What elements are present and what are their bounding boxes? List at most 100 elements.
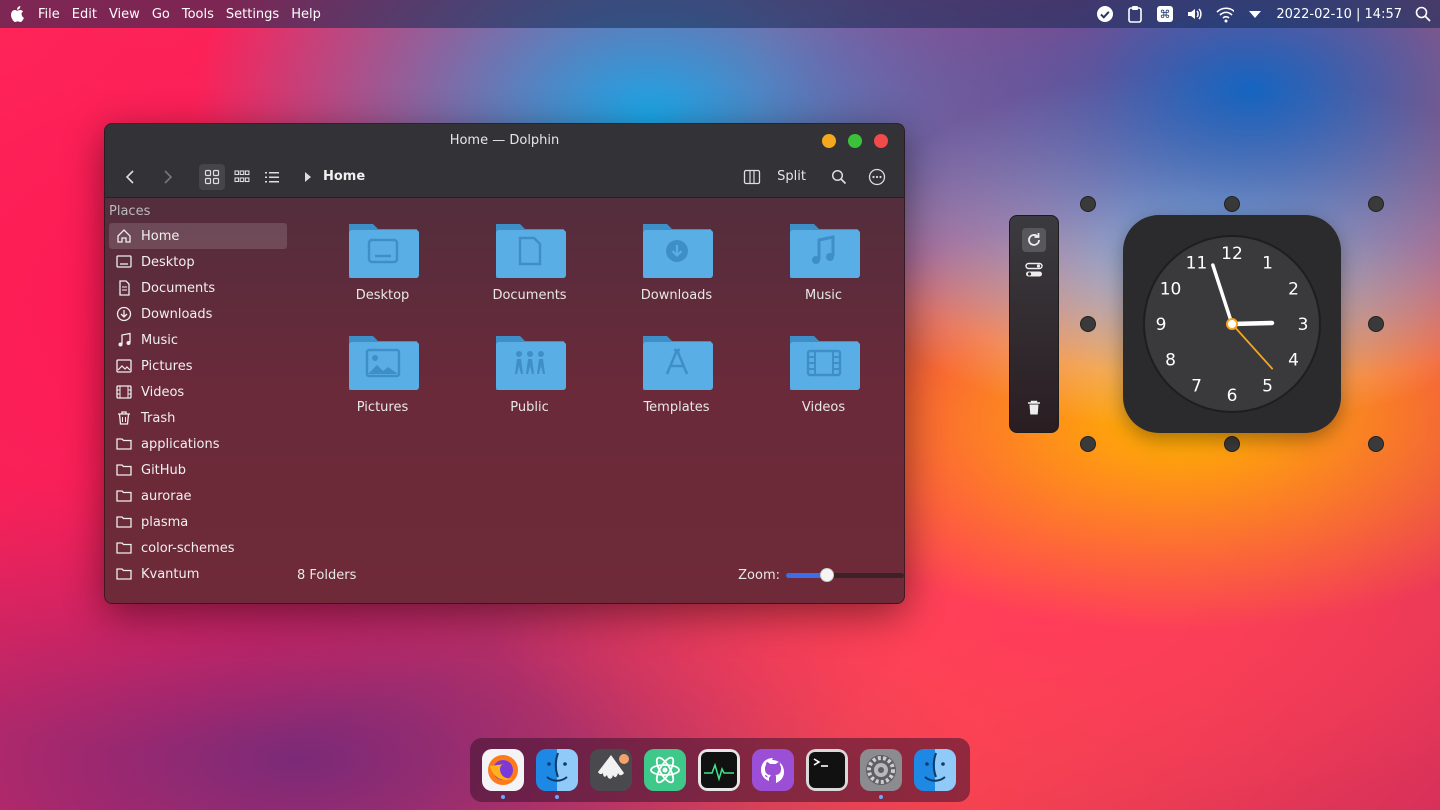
folder-public[interactable]: Public (456, 328, 603, 440)
maximize-button[interactable] (848, 134, 862, 148)
back-button[interactable] (117, 164, 143, 190)
place-downloads[interactable]: Downloads (109, 301, 287, 327)
menu-tools[interactable]: Tools (182, 7, 214, 22)
dock-terminal[interactable] (806, 749, 848, 791)
menu-edit[interactable]: Edit (72, 7, 97, 22)
breadcrumb-home[interactable]: Home (323, 169, 365, 184)
dock-system-preferences[interactable] (860, 749, 902, 799)
place-applications[interactable]: applications (109, 431, 287, 457)
icons-view-button[interactable] (199, 163, 225, 190)
dock-finder[interactable] (536, 749, 578, 799)
wifi-icon[interactable] (1216, 5, 1235, 23)
firefox-icon (482, 749, 524, 791)
zoom-slider-handle[interactable] (820, 567, 835, 582)
details-view-button[interactable] (259, 164, 285, 190)
place-videos[interactable]: Videos (109, 379, 287, 405)
widget-resize-handle[interactable] (1080, 316, 1096, 332)
menu-file[interactable]: File (38, 7, 60, 22)
place-music[interactable]: Music (109, 327, 287, 353)
clock-center-pin (1226, 318, 1238, 330)
folder-templates[interactable]: Templates (603, 328, 750, 440)
folder-icon (115, 513, 133, 531)
dock-finder-2[interactable] (914, 749, 956, 791)
running-indicator (555, 795, 559, 799)
widget-resize-handle[interactable] (1080, 436, 1096, 452)
place-label: plasma (141, 514, 189, 530)
place-pictures[interactable]: Pictures (109, 353, 287, 379)
gear-icon (860, 749, 902, 791)
window-titlebar[interactable]: Home — Dolphin (105, 124, 904, 156)
folder-desktop-icon (347, 216, 419, 280)
datetime-label[interactable]: 2022-02-10 | 14:57 (1276, 7, 1402, 22)
place-label: Trash (141, 410, 176, 426)
folder-downloads[interactable]: Downloads (603, 216, 750, 328)
widget-resize-handle[interactable] (1368, 436, 1384, 452)
chevron-down-icon[interactable] (1246, 5, 1264, 23)
split-view-icon[interactable] (739, 164, 765, 190)
dock-firefox[interactable] (482, 749, 524, 799)
menu-help[interactable]: Help (291, 7, 321, 22)
place-desktop[interactable]: Desktop (109, 249, 287, 275)
place-github[interactable]: GitHub (109, 457, 287, 483)
folder-pictures[interactable]: Pictures (309, 328, 456, 440)
split-button[interactable]: Split (777, 169, 806, 184)
more-options-button[interactable] (864, 164, 890, 190)
apple-icon[interactable] (10, 6, 26, 22)
search-icon[interactable] (1414, 5, 1432, 23)
clock-number: 10 (1160, 280, 1182, 300)
dock-atom[interactable] (644, 749, 686, 791)
widget-resize-handle[interactable] (1224, 196, 1240, 212)
menu-go[interactable]: Go (152, 7, 170, 22)
place-aurorae[interactable]: aurorae (109, 483, 287, 509)
place-label: Documents (141, 280, 216, 296)
menu-view[interactable]: View (109, 7, 140, 22)
place-plasma[interactable]: plasma (109, 509, 287, 535)
rotate-icon[interactable] (1022, 228, 1046, 252)
analog-clock-widget[interactable]: 12 1 2 3 4 5 6 7 8 9 10 11 (1123, 215, 1341, 433)
folder-icon (115, 435, 133, 453)
music-icon (115, 331, 133, 349)
folder-documents-icon (494, 216, 566, 280)
volume-icon[interactable] (1186, 5, 1204, 23)
folder-desktop[interactable]: Desktop (309, 216, 456, 328)
forward-button[interactable] (155, 164, 181, 190)
dock-system-monitor[interactable] (698, 749, 740, 791)
breadcrumb[interactable]: Home (303, 169, 365, 184)
place-home[interactable]: Home (109, 223, 287, 249)
widget-resize-handle[interactable] (1368, 316, 1384, 332)
command-key-icon[interactable]: ⌘ (1156, 5, 1174, 23)
close-button[interactable] (874, 134, 888, 148)
status-bar: 8 Folders Zoom: (297, 565, 904, 585)
chevron-right-icon[interactable] (303, 171, 313, 183)
place-color-schemes[interactable]: color-schemes (109, 535, 287, 561)
dolphin-window: Home — Dolphin Home Split Places Home De… (104, 123, 905, 604)
place-trash[interactable]: Trash (109, 405, 287, 431)
check-icon[interactable] (1096, 5, 1114, 23)
place-label: Desktop (141, 254, 195, 270)
clock-number: 12 (1221, 244, 1243, 264)
clock-number: 1 (1262, 254, 1273, 274)
folder-label: Videos (801, 400, 846, 415)
settings-toggle-icon[interactable] (1022, 258, 1046, 282)
trash-icon[interactable] (1022, 396, 1046, 420)
compact-view-button[interactable] (229, 164, 255, 190)
widget-resize-handle[interactable] (1368, 196, 1384, 212)
clipboard-icon[interactable] (1126, 5, 1144, 23)
zoom-slider[interactable] (786, 567, 904, 582)
folder-videos[interactable]: Videos (750, 328, 897, 440)
clock-number: 9 (1156, 315, 1167, 335)
place-kvantum[interactable]: Kvantum (109, 561, 287, 587)
clock-number: 2 (1288, 280, 1299, 300)
folder-documents[interactable]: Documents (456, 216, 603, 328)
menu-settings[interactable]: Settings (226, 7, 279, 22)
widget-resize-handle[interactable] (1080, 196, 1096, 212)
minimize-button[interactable] (822, 134, 836, 148)
places-panel: Places Home Desktop Documents Downloads … (105, 198, 289, 603)
folder-music-icon (788, 216, 860, 280)
dock-inkscape[interactable] (590, 749, 632, 791)
dock-github-desktop[interactable] (752, 749, 794, 791)
place-documents[interactable]: Documents (109, 275, 287, 301)
folder-music[interactable]: Music (750, 216, 897, 328)
widget-resize-handle[interactable] (1224, 436, 1240, 452)
search-button[interactable] (826, 164, 852, 190)
